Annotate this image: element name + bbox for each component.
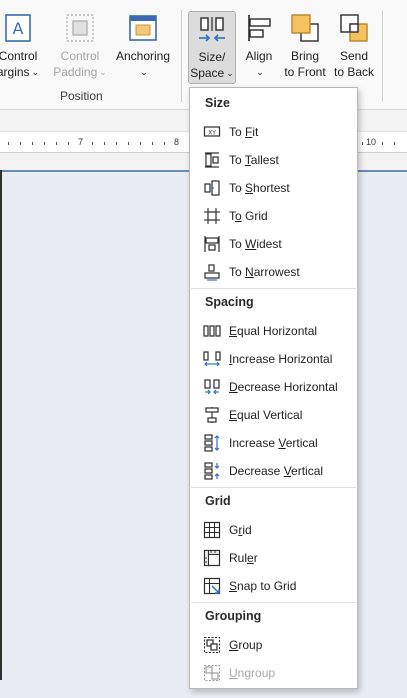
- menu-item-to-narrowest[interactable]: To Narrowest: [191, 258, 356, 286]
- menu-separator: [191, 602, 356, 603]
- align-icon: [248, 15, 271, 41]
- equal-horizontal-icon: [203, 325, 221, 337]
- chevron-down-icon: ⌄: [99, 67, 107, 77]
- send-to-back-icon: [340, 14, 368, 42]
- chevron-down-icon: ⌄: [226, 68, 234, 78]
- send-to-back-label-2: to Back: [333, 65, 375, 79]
- svg-text:XY: XY: [208, 130, 216, 137]
- control-margins-icon: A: [5, 14, 31, 42]
- to-fit-icon: XY: [203, 126, 221, 137]
- spacing-section-title: Spacing: [205, 295, 254, 309]
- control-padding-button[interactable]: Control Padding ⌄: [52, 12, 108, 81]
- menu-item-increase-horizontal[interactable]: Increase Horizontal: [191, 345, 356, 373]
- size-space-label-1: Size/: [198, 50, 226, 64]
- menu-item-decrease-vertical[interactable]: Decrease Vertical: [191, 457, 356, 485]
- menu-item-ungroup[interactable]: Ungroup: [191, 659, 356, 687]
- ungroup-icon: [204, 665, 220, 681]
- increase-horizontal-icon: [203, 351, 221, 367]
- size-section-title: Size: [205, 96, 231, 110]
- equal-vertical-icon: [205, 407, 219, 423]
- menu-item-to-fit[interactable]: XY To Fit: [191, 118, 356, 146]
- align-button[interactable]: Align ⌄: [240, 12, 278, 81]
- bring-to-front-label-2: to Front: [284, 65, 326, 79]
- control-margins-label-1: Control: [0, 49, 38, 63]
- position-group-label: Position: [60, 89, 103, 103]
- anchoring-icon: [129, 15, 157, 41]
- menu-item-to-shortest[interactable]: To Shortest: [191, 174, 356, 202]
- ruler-icon: [203, 549, 221, 567]
- menu-item-ruler[interactable]: Ruler: [191, 544, 356, 572]
- bring-to-front-icon: [291, 14, 319, 42]
- size-space-button[interactable]: Size/ Space ⌄: [188, 11, 236, 84]
- anchoring-button[interactable]: Anchoring ⌄: [112, 12, 174, 81]
- to-shortest-icon: [204, 180, 220, 196]
- increase-vertical-icon: [204, 434, 220, 452]
- chevron-down-icon: ⌄: [31, 67, 40, 77]
- send-to-back-button[interactable]: Send to Back: [331, 12, 377, 80]
- menu-item-decrease-horizontal[interactable]: Decrease Horizontal: [191, 373, 356, 401]
- menu-separator: [191, 487, 356, 488]
- snap-to-grid-icon: [203, 577, 221, 595]
- bring-to-front-button[interactable]: Bring to Front: [282, 12, 328, 80]
- ruler-number: 8: [174, 137, 180, 147]
- to-widest-icon: [204, 236, 220, 252]
- control-margins-label-2: argins: [0, 65, 30, 79]
- svg-text:A: A: [13, 19, 24, 38]
- to-tallest-icon: [205, 152, 219, 168]
- align-label: Align: [245, 49, 273, 63]
- grid-icon: [203, 521, 221, 539]
- menu-item-to-grid[interactable]: To Grid: [191, 202, 356, 230]
- send-to-back-label-1: Send: [339, 49, 369, 63]
- size-space-label-2: Space: [190, 66, 225, 80]
- menu-separator: [191, 288, 356, 289]
- grouping-section-title: Grouping: [205, 609, 262, 623]
- group-separator: [181, 10, 182, 102]
- group-separator: [382, 10, 383, 102]
- menu-item-equal-vertical[interactable]: Equal Vertical: [191, 401, 356, 429]
- menu-item-to-widest[interactable]: To Widest: [191, 230, 356, 258]
- bring-to-front-label-1: Bring: [290, 49, 319, 63]
- decrease-vertical-icon: [204, 462, 220, 480]
- menu-item-group[interactable]: Group: [191, 631, 356, 659]
- menu-item-equal-horizontal[interactable]: Equal Horizontal: [191, 317, 356, 345]
- size-space-icon: [199, 17, 225, 42]
- control-padding-label-1: Control: [60, 49, 100, 63]
- anchoring-label: Anchoring: [115, 49, 171, 63]
- form-left-edge: [0, 170, 2, 680]
- ruler-number: 10: [366, 137, 377, 147]
- menu-item-snap-to-grid[interactable]: Snap to Grid: [191, 572, 356, 600]
- size-space-menu: Size XY To Fit To Tallest To Shortest To…: [189, 87, 358, 689]
- control-padding-icon: [66, 14, 94, 42]
- to-narrowest-icon: [204, 264, 220, 281]
- group-icon: [204, 637, 220, 653]
- control-padding-label-2: Padding: [53, 65, 98, 79]
- chevron-down-icon: ⌄: [256, 67, 264, 77]
- menu-item-to-tallest[interactable]: To Tallest: [191, 146, 356, 174]
- to-grid-icon: [204, 208, 220, 224]
- decrease-horizontal-icon: [204, 379, 220, 395]
- grid-section-title: Grid: [205, 494, 231, 508]
- menu-item-increase-vertical[interactable]: Increase Vertical: [191, 429, 356, 457]
- menu-item-grid[interactable]: Grid: [191, 516, 356, 544]
- chevron-down-icon: ⌄: [140, 67, 148, 77]
- control-margins-button[interactable]: A Control argins ⌄: [0, 12, 44, 81]
- ruler-number: 7: [78, 137, 84, 147]
